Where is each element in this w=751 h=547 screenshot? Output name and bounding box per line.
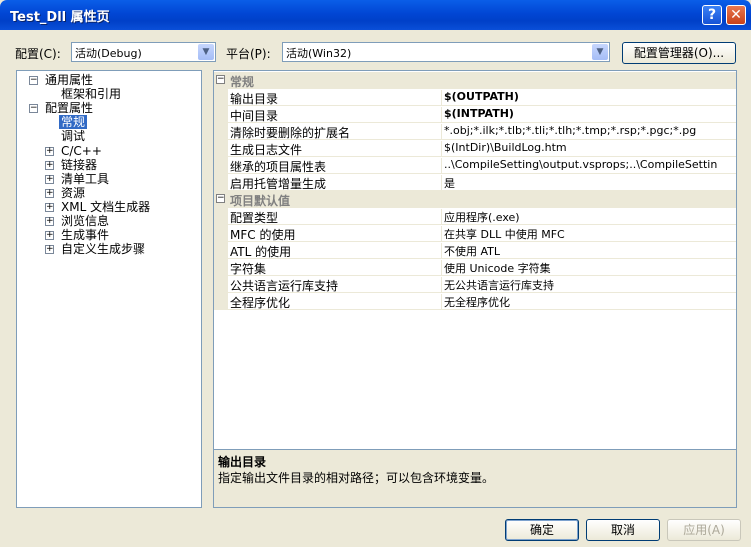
category-row-general[interactable]: − 常规 xyxy=(214,72,736,89)
apply-button[interactable]: 应用(A) xyxy=(667,519,741,541)
expand-icon[interactable]: + xyxy=(45,217,54,226)
collapse-icon[interactable]: − xyxy=(216,194,225,203)
config-label: 配置(C): xyxy=(15,47,61,61)
description-text: 指定输出文件目录的相对路径；可以包含环境变量。 xyxy=(218,471,495,485)
config-select-value: 活动(Debug) xyxy=(75,47,142,60)
description-title: 输出目录 xyxy=(218,455,267,469)
property-row-atl-use[interactable]: ATL 的使用 不使用 ATL xyxy=(214,242,736,259)
property-row-config-type[interactable]: 配置类型 应用程序(.exe) xyxy=(214,208,736,225)
category-tree[interactable]: − 通用属性 框架和引用 − 配置属性 常规 调试 + C/C++ + 链接器 + 清单工… xyxy=(16,70,202,508)
expand-icon[interactable]: + xyxy=(45,231,54,240)
ok-button[interactable]: 确定 xyxy=(505,519,579,541)
property-grid[interactable]: − 常规 输出目录 $(OUTPATH) 中间目录 $(INTPATH) 清除时要删除… xyxy=(213,70,737,450)
help-button[interactable]: ? xyxy=(702,5,722,25)
property-row-build-log[interactable]: 生成日志文件 $(IntDir)\BuildLog.htm xyxy=(214,140,736,157)
collapse-icon[interactable]: − xyxy=(29,104,38,113)
help-icon: ? xyxy=(707,7,717,23)
property-row-clr-support[interactable]: 公共语言运行库支持 无公共语言运行库支持 xyxy=(214,276,736,293)
expand-icon[interactable]: + xyxy=(45,203,54,212)
collapse-icon[interactable]: − xyxy=(29,76,38,85)
property-row-intermediate-dir[interactable]: 中间目录 $(INTPATH) xyxy=(214,106,736,123)
expand-icon[interactable]: + xyxy=(45,147,54,156)
platform-select[interactable]: 活动(Win32) ▼ xyxy=(282,42,610,62)
property-row-output-dir[interactable]: 输出目录 $(OUTPATH) xyxy=(214,89,736,106)
category-row-project-defaults[interactable]: − 项目默认值 xyxy=(214,191,736,208)
property-row-charset[interactable]: 字符集 使用 Unicode 字符集 xyxy=(214,259,736,276)
property-row-mfc-use[interactable]: MFC 的使用 在共享 DLL 中使用 MFC xyxy=(214,225,736,242)
property-row-clean-extensions[interactable]: 清除时要删除的扩展名 *.obj;*.ilk;*.tlb;*.tli;*.tlh;… xyxy=(214,123,736,140)
platform-select-value: 活动(Win32) xyxy=(286,47,352,60)
description-panel: 输出目录 指定输出文件目录的相对路径；可以包含环境变量。 xyxy=(213,450,737,508)
title-bar: Test_Dll 属性页 ? ✕ xyxy=(0,0,751,30)
close-icon: ✕ xyxy=(730,7,742,23)
chevron-down-icon: ▼ xyxy=(198,44,214,60)
property-row-whole-program-opt[interactable]: 全程序优化 无全程序优化 xyxy=(214,293,736,310)
chevron-down-icon: ▼ xyxy=(592,44,608,60)
window-title: Test_Dll 属性页 xyxy=(10,10,110,25)
collapse-icon[interactable]: − xyxy=(216,75,225,84)
expand-icon[interactable]: + xyxy=(45,161,54,170)
config-manager-button[interactable]: 配置管理器(O)... xyxy=(622,42,736,64)
cancel-button[interactable]: 取消 xyxy=(586,519,660,541)
close-button[interactable]: ✕ xyxy=(726,5,746,25)
config-select[interactable]: 活动(Debug) ▼ xyxy=(71,42,216,62)
platform-label: 平台(P): xyxy=(226,47,271,61)
property-row-inherited-sheets[interactable]: 继承的项目属性表 ..\CompileSetting\output.vsprops… xyxy=(214,157,736,174)
property-row-managed-incremental[interactable]: 启用托管增量生成是 xyxy=(214,174,736,191)
expand-icon[interactable]: + xyxy=(45,175,54,184)
expand-icon[interactable]: + xyxy=(45,245,54,254)
expand-icon[interactable]: + xyxy=(45,189,54,198)
